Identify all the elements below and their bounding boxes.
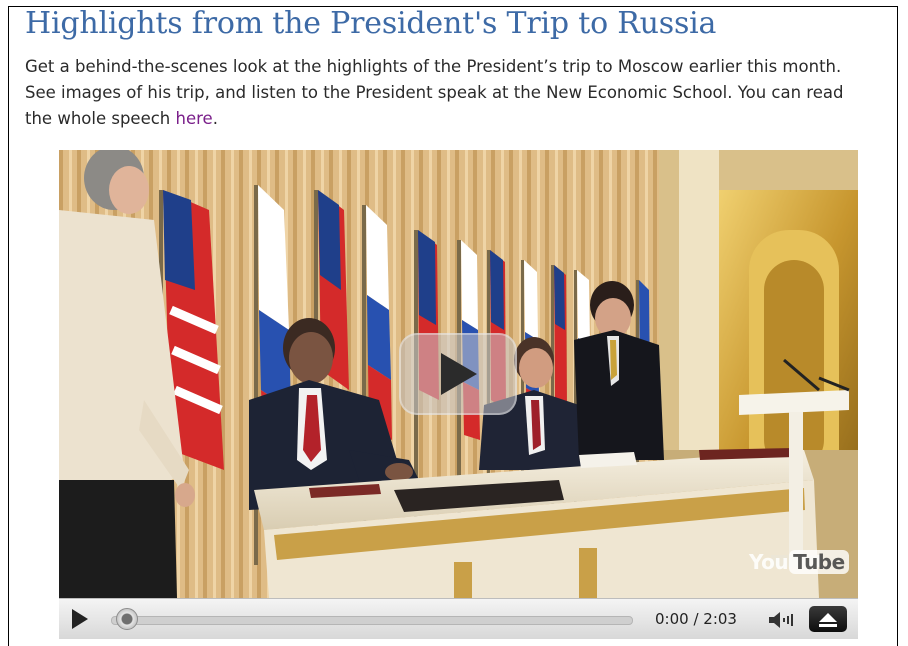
seek-bar[interactable]: [111, 616, 633, 625]
play-icon: [441, 353, 477, 395]
time-separator: /: [688, 610, 704, 628]
current-time: 0:00: [655, 610, 689, 628]
description-trailing: .: [212, 109, 218, 128]
play-icon[interactable]: [72, 609, 88, 629]
description-text: Get a behind-the-scenes look at the high…: [25, 57, 844, 128]
time-display: 0:00 / 2:03: [655, 610, 737, 628]
player-controls: 0:00 / 2:03: [59, 598, 858, 639]
big-play-button[interactable]: [399, 333, 517, 415]
seek-handle[interactable]: [116, 608, 138, 630]
video-player[interactable]: You Tube 0:00 / 2:03: [59, 150, 858, 639]
watermark-tube: Tube: [789, 550, 849, 574]
youtube-watermark[interactable]: You Tube: [749, 550, 849, 574]
speech-link[interactable]: here: [176, 109, 213, 128]
duration: 2:03: [703, 610, 737, 628]
article-description: Get a behind-the-scenes look at the high…: [25, 54, 875, 132]
watermark-you: You: [749, 550, 789, 574]
fullscreen-icon: [819, 613, 837, 622]
volume-icon[interactable]: [768, 611, 794, 629]
page-title: Highlights from the President's Trip to …: [25, 6, 717, 41]
fullscreen-button[interactable]: [809, 606, 847, 632]
fullscreen-icon-bar: [819, 624, 837, 627]
